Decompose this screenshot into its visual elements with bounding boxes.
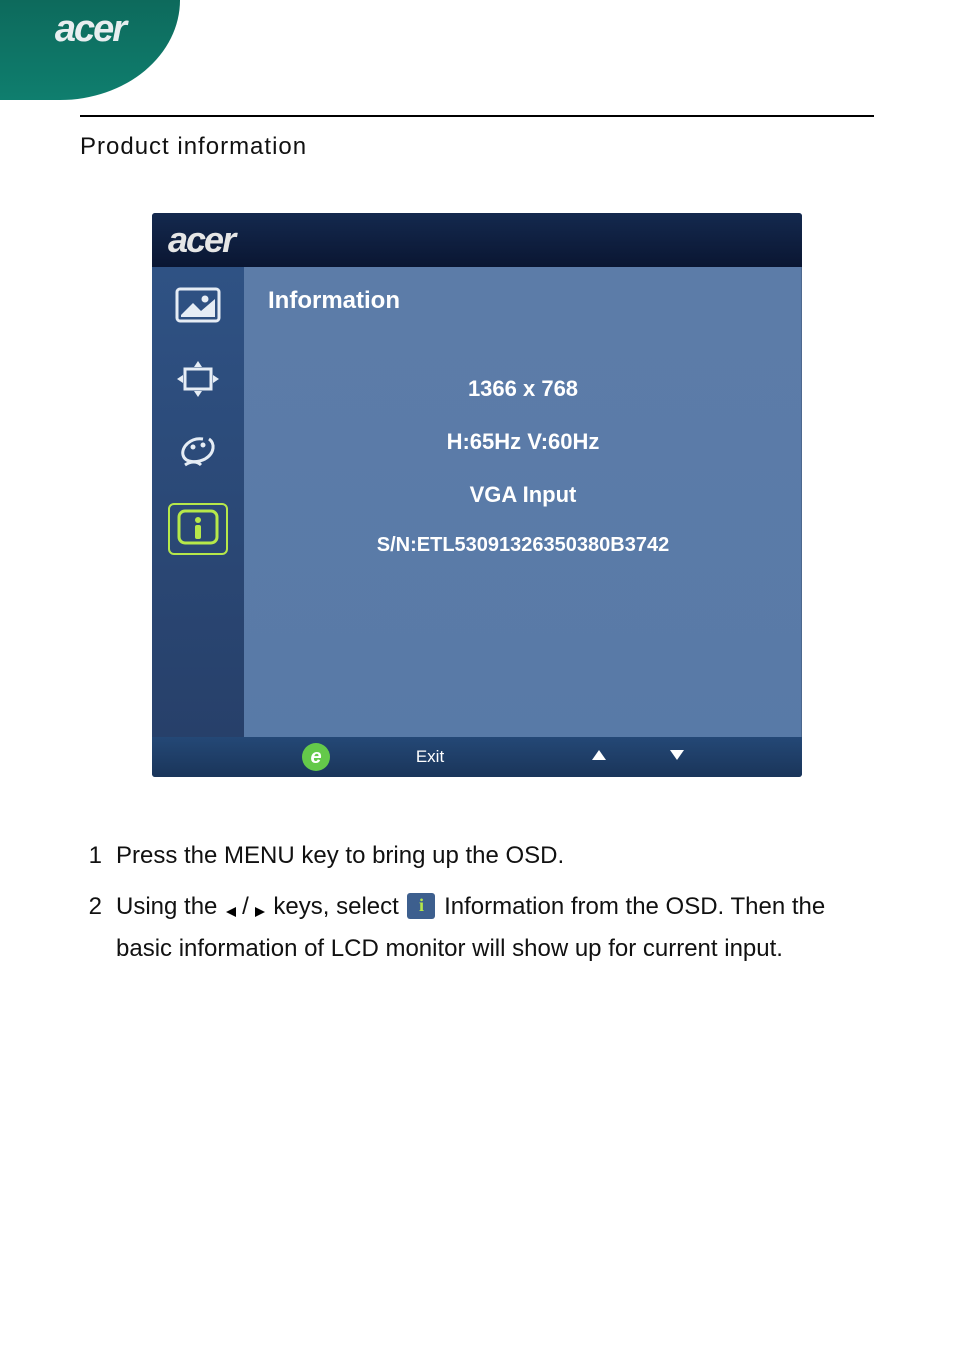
step-1-number: 1 xyxy=(80,837,116,874)
divider xyxy=(80,115,874,117)
palette-icon xyxy=(175,433,221,478)
left-arrow-icon xyxy=(224,893,242,930)
step-2-text: Using the / keys, select Information fro… xyxy=(116,888,874,967)
section-title: Product information xyxy=(80,133,874,161)
info-frequency: H:65Hz V:60Hz xyxy=(268,416,778,469)
osd-header: acer xyxy=(152,213,802,267)
nav-arrows xyxy=(590,747,686,767)
osd-panel-title: Information xyxy=(268,287,778,315)
osd-main: Information 1366 x 768 H:65Hz V:60Hz VGA… xyxy=(244,267,802,737)
osd-footer: e Exit xyxy=(152,737,802,777)
picture-icon xyxy=(175,285,221,330)
right-arrow-icon xyxy=(249,893,267,930)
info-resolution: 1366 x 768 xyxy=(268,363,778,416)
info-icon xyxy=(175,507,221,552)
osd-body: Information 1366 x 768 H:65Hz V:60Hz VGA… xyxy=(152,267,802,737)
tab-information[interactable] xyxy=(168,503,228,555)
step-2: 2 Using the / keys, select Information f… xyxy=(80,888,874,967)
e-mode-icon[interactable]: e xyxy=(302,743,330,771)
page-content: Product information acer xyxy=(0,0,954,1022)
step-1-text: Press the MENU key to bring up the OSD. xyxy=(116,837,874,874)
tab-color[interactable] xyxy=(168,429,228,481)
down-arrow-icon[interactable] xyxy=(668,747,686,767)
step-2-text-a: Using the xyxy=(116,893,224,920)
osd-tabs xyxy=(152,267,244,737)
brand-logo: acer xyxy=(55,8,125,51)
osd-info-block: 1366 x 768 H:65Hz V:60Hz VGA Input S/N:E… xyxy=(268,363,778,569)
tab-position[interactable] xyxy=(168,355,228,407)
step-2-number: 2 xyxy=(80,888,116,967)
step-1: 1 Press the MENU key to bring up the OSD… xyxy=(80,837,874,874)
osd-brand-logo: acer xyxy=(168,219,234,260)
exit-button[interactable]: Exit xyxy=(370,747,490,767)
position-icon xyxy=(175,359,221,404)
info-input: VGA Input xyxy=(268,469,778,522)
up-arrow-icon[interactable] xyxy=(590,747,608,767)
tab-picture[interactable] xyxy=(168,281,228,333)
osd-panel: acer xyxy=(152,213,802,777)
info-serial: S/N:ETL53091326350380B3742 xyxy=(268,521,778,569)
instructions: 1 Press the MENU key to bring up the OSD… xyxy=(80,837,874,968)
step-2-text-b: keys, select xyxy=(273,893,405,920)
info-icon-inline xyxy=(407,893,435,919)
